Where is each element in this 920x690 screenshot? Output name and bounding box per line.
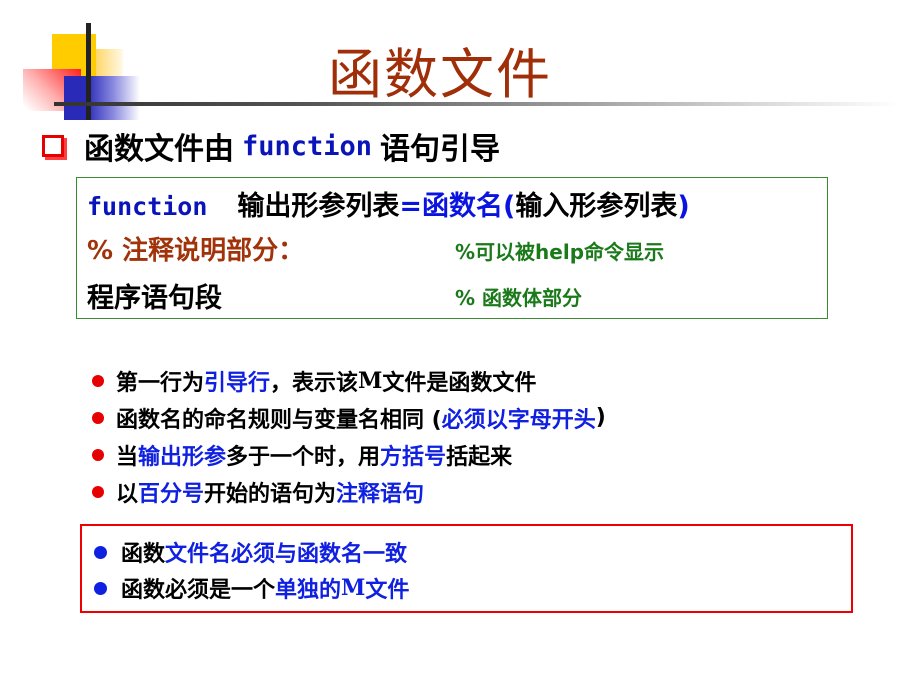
highlight: 方括号 — [380, 444, 447, 470]
text: 当 — [116, 444, 139, 470]
note-box: 函数 文件名必须与函数名一致 函数必须是一个 单独的 M 文件 — [80, 524, 853, 613]
red-bullet-icon — [92, 374, 104, 387]
note-item: 函数必须是一个 单独的 M 文件 — [94, 572, 409, 604]
body-note: % 函数体部分 — [455, 286, 583, 310]
text: 函数必须是一个 — [121, 578, 276, 603]
subtitle-row: 函数文件由 function 语句引导 — [42, 126, 501, 167]
highlight: 百分号 — [138, 481, 205, 507]
highlight: 引导行 — [204, 370, 271, 396]
highlight: 输出形参 — [138, 444, 227, 470]
syntax-line-comment: % 注释说明部分： %可以被help命令显示 — [87, 230, 664, 267]
slide-title: 函数文件 — [328, 43, 552, 106]
syntax-line-definition: function 输出形参列表=函数名(输入形参列表) — [87, 184, 690, 223]
rules-list: 第一行为 引导行 ，表示该 M 文件是函数文件 函数名的命名规则与变量名相同 ( 必须… — [92, 362, 606, 510]
text: 函数名的命名规则与变量名相同 ( — [116, 407, 442, 433]
text: ，表示该 — [270, 370, 359, 396]
text: M — [358, 367, 383, 394]
list-item: 第一行为 引导行 ，表示该 M 文件是函数文件 — [92, 362, 606, 399]
text: 文件是函数文件 — [382, 370, 537, 396]
function-keyword: function — [87, 192, 208, 221]
text: 开始的语句为 — [204, 481, 337, 507]
subtitle-keyword: function — [242, 130, 373, 162]
list-item: 当输出形参 多于一个时，用 方括号 括起来 — [92, 436, 606, 473]
highlight: 文件 — [365, 578, 410, 603]
subtitle-suffix: 语句引导 — [380, 132, 501, 167]
red-bullet-icon — [92, 448, 104, 461]
highlight: M — [341, 575, 366, 601]
body-section-label: 程序语句段 — [87, 283, 222, 314]
input-args: 输入形参列表 — [515, 191, 678, 222]
note-item: 函数 文件名必须与函数名一致 — [94, 536, 407, 568]
close-paren: ) — [677, 191, 690, 222]
syntax-line-body: 程序语句段 % 函数体部分 — [87, 276, 582, 315]
logo-blue-square — [64, 76, 140, 120]
red-bullet-icon — [92, 485, 104, 498]
text: 括起来 — [446, 444, 513, 470]
function-syntax-box: function 输出形参列表=函数名(输入形参列表) % 注释说明部分： %可以… — [76, 177, 828, 319]
red-bullet-icon — [92, 411, 104, 424]
highlight: 单独的 — [275, 578, 342, 603]
open-paren: ( — [503, 191, 516, 222]
output-args: 输出形参列表 — [237, 191, 400, 222]
function-name: 函数名 — [422, 191, 504, 222]
equals-sign: = — [399, 191, 423, 222]
blue-bullet-icon — [94, 581, 107, 595]
logo-yellow-fade — [96, 49, 124, 77]
text: 函数 — [121, 542, 166, 567]
comment-help-note: %可以被help命令显示 — [455, 240, 665, 264]
blue-bullet-icon — [94, 545, 107, 559]
subtitle-prefix: 函数文件由 — [84, 132, 234, 167]
checkbox-bullet-icon — [42, 135, 64, 157]
highlight: 文件名必须与函数名一致 — [165, 542, 408, 567]
comment-section-label: % 注释说明部分： — [87, 236, 305, 266]
list-item: 函数名的命名规则与变量名相同 ( 必须以字母开头 ) — [92, 399, 606, 436]
text: ) — [595, 405, 606, 430]
text: 第一行为 — [116, 370, 205, 396]
text: 以 — [116, 481, 139, 507]
highlight: 必须以字母开头 — [441, 407, 596, 433]
highlight: 注释语句 — [336, 481, 425, 507]
text: 多于一个时，用 — [226, 444, 381, 470]
list-item: 以百分号 开始的语句为 注释语句 — [92, 473, 606, 510]
